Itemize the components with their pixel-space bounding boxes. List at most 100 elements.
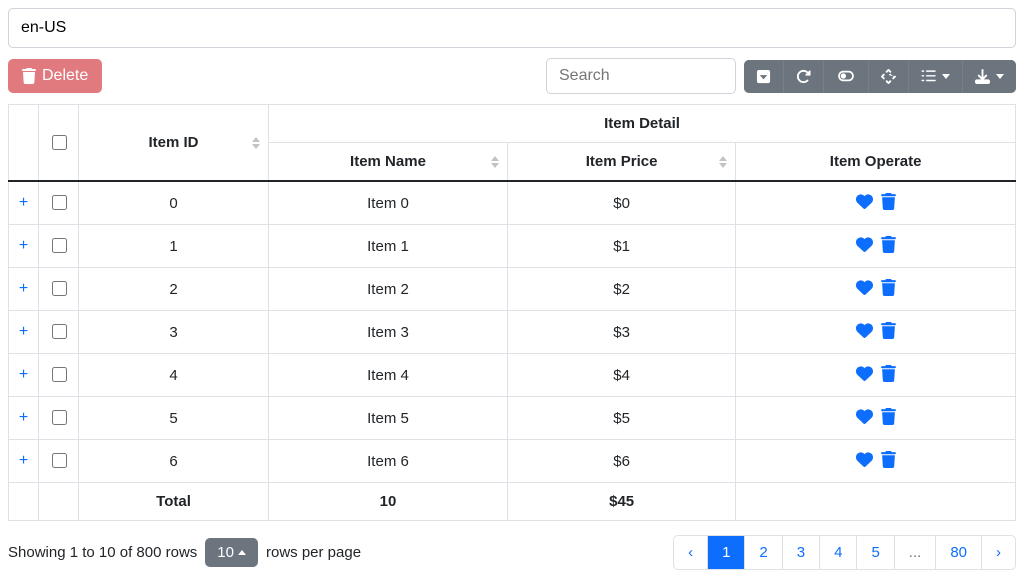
pagination-prev[interactable]: ‹ [674,536,708,569]
row-checkbox[interactable] [52,324,67,339]
pagination-page[interactable]: 5 [857,536,894,569]
table-footer: Showing 1 to 10 of 800 rows 10 rows per … [8,535,1016,570]
cell-item-price: $2 [507,268,735,311]
locale-input[interactable] [8,8,1016,48]
detail-toggle-icon[interactable]: + [19,194,28,211]
row-checkbox[interactable] [52,195,67,210]
row-checkbox[interactable] [52,410,67,425]
column-item-operate-label: Item Operate [830,153,922,170]
cell-item-name: Item 1 [269,225,508,268]
column-item-operate: Item Operate [736,143,1016,182]
page-size-value: 10 [217,544,234,561]
heart-icon[interactable] [856,408,873,425]
list-icon [921,69,936,84]
cell-item-name: Item 3 [269,311,508,354]
columns-button[interactable] [909,60,963,93]
trash-icon[interactable] [881,236,896,253]
cell-item-operate [736,225,1016,268]
cell-item-operate [736,268,1016,311]
delete-button[interactable]: Delete [8,59,102,93]
cell-item-price: $4 [507,354,735,397]
trash-icon[interactable] [881,365,896,382]
pagination-page[interactable]: 4 [820,536,857,569]
export-button[interactable] [963,60,1016,93]
detail-toggle-icon[interactable]: + [19,409,28,426]
table-row: +5Item 5$5 [9,397,1016,440]
delete-button-label: Delete [42,67,88,85]
pagination-toggle-button[interactable] [744,60,784,93]
cell-item-name: Item 0 [269,181,508,225]
trash-icon[interactable] [881,279,896,296]
heart-icon[interactable] [856,322,873,339]
detail-toggle-icon[interactable]: + [19,366,28,383]
cell-item-price: $1 [507,225,735,268]
pagination-page[interactable]: 1 [708,536,745,569]
trash-icon[interactable] [881,408,896,425]
column-item-name[interactable]: Item Name [269,143,508,182]
column-select-all [39,105,79,182]
cell-item-operate [736,440,1016,483]
table-row: +6Item 6$6 [9,440,1016,483]
row-checkbox[interactable] [52,281,67,296]
cell-item-name: Item 2 [269,268,508,311]
column-item-id[interactable]: Item ID [79,105,269,182]
cell-item-name: Item 6 [269,440,508,483]
toggle-button[interactable] [824,60,869,93]
heart-icon[interactable] [856,279,873,296]
detail-toggle-icon[interactable]: + [19,280,28,297]
footer-total-label: Total [156,493,191,510]
detail-toggle-icon[interactable]: + [19,237,28,254]
pagination-page[interactable]: 3 [783,536,820,569]
pagination-ellipsis: ... [895,536,937,569]
heart-icon[interactable] [856,193,873,210]
footer-price-total: $45 [609,493,634,510]
caret-square-down-icon [756,69,771,84]
column-item-price[interactable]: Item Price [507,143,735,182]
fullscreen-button[interactable] [869,60,909,93]
footer-name-total: 10 [380,493,397,510]
heart-icon[interactable] [856,236,873,253]
data-table: Item ID Item Detail Item Name Item Price… [8,104,1016,521]
refresh-icon [796,69,811,84]
row-checkbox[interactable] [52,367,67,382]
download-icon [975,69,990,84]
sort-icon [719,156,727,168]
heart-icon[interactable] [856,451,873,468]
cell-item-id: 0 [79,181,269,225]
cell-item-name: Item 5 [269,397,508,440]
pagination-next[interactable]: › [982,536,1015,569]
table-row: +2Item 2$2 [9,268,1016,311]
search-input[interactable] [546,58,736,94]
trash-icon[interactable] [881,193,896,210]
trash-icon[interactable] [881,451,896,468]
rows-per-page-label: rows per page [266,544,361,561]
cell-item-operate [736,181,1016,225]
cell-item-id: 4 [79,354,269,397]
select-all-checkbox[interactable] [52,135,67,150]
refresh-button[interactable] [784,60,824,93]
arrows-fullscreen-icon [881,69,896,84]
detail-toggle-icon[interactable]: + [19,323,28,340]
pagination: ‹12345...80› [673,535,1016,570]
cell-item-operate [736,354,1016,397]
row-checkbox[interactable] [52,453,67,468]
cell-item-operate [736,397,1016,440]
cell-item-price: $5 [507,397,735,440]
cell-item-id: 2 [79,268,269,311]
pagination-page[interactable]: 80 [936,536,982,569]
toolbar: Delete [8,58,1016,94]
cell-item-name: Item 4 [269,354,508,397]
detail-toggle-icon[interactable]: + [19,452,28,469]
column-group-label: Item Detail [604,115,680,132]
trash-icon[interactable] [881,322,896,339]
row-checkbox[interactable] [52,238,67,253]
caret-down-icon [942,74,950,79]
cell-item-id: 5 [79,397,269,440]
sort-icon [252,137,260,149]
pagination-info: Showing 1 to 10 of 800 rows [8,544,197,561]
trash-icon [22,68,36,84]
cell-item-price: $0 [507,181,735,225]
pagination-page[interactable]: 2 [745,536,782,569]
cell-item-price: $6 [507,440,735,483]
heart-icon[interactable] [856,365,873,382]
